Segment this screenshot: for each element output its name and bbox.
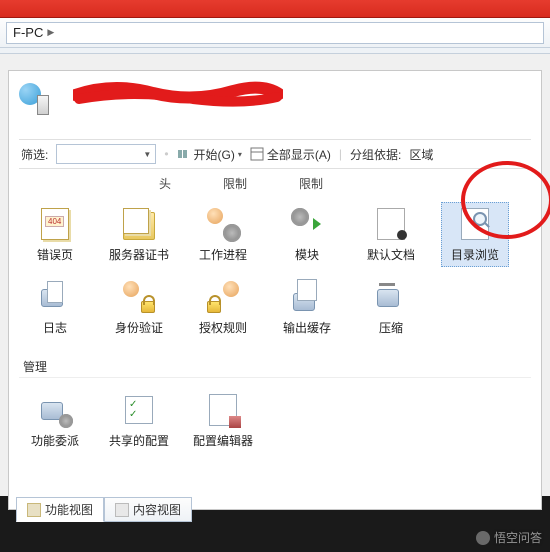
window-titlebar <box>0 0 550 18</box>
configuration-editor-icon <box>205 392 241 428</box>
watermark-icon <box>476 531 490 545</box>
icon-label: 目录浏览 <box>451 246 499 263</box>
breadcrumb-node: F-PC <box>13 25 43 40</box>
start-icon <box>177 147 191 161</box>
authentication-icon <box>121 279 157 315</box>
column-headers: 头 限制 限制 <box>19 175 531 192</box>
divider <box>0 48 550 54</box>
icon-grid-management: 功能委派 共享的配置 配置编辑器 <box>19 382 531 463</box>
view-tabs: 功能视图 内容视图 <box>16 497 192 522</box>
tab-content-view[interactable]: 内容视图 <box>104 497 192 522</box>
redacted-annotation <box>73 79 283 109</box>
authorization-rules-icon <box>205 279 241 315</box>
col-header: 限制 <box>223 175 247 192</box>
show-all-icon <box>250 147 264 161</box>
icon-label: 默认文档 <box>367 246 415 263</box>
certificate-icon <box>121 206 157 242</box>
chevron-right-icon: ▶ <box>47 27 54 38</box>
default-document-item[interactable]: 默认文档 <box>357 202 425 267</box>
watermark-text: 悟空问答 <box>494 529 542 546</box>
show-all-label: 全部显示(A) <box>267 146 331 163</box>
logging-icon <box>37 279 73 315</box>
output-caching-icon <box>289 279 325 315</box>
icon-label: 配置编辑器 <box>193 432 253 449</box>
filter-label: 筛选: <box>21 146 48 163</box>
worker-process-icon <box>205 206 241 242</box>
icon-grid-iis: 404 错误页 服务器证书 工作进程 模块 默认文档 目录浏览 日志 <box>19 196 531 350</box>
groupby-dropdown[interactable]: 区域 <box>409 146 433 163</box>
modules-icon <box>289 206 325 242</box>
content-panel: 筛选: ▼ • 开始(G) ▾ 全部显示(A) | 分组依据: 区域 头 限制 … <box>8 70 542 510</box>
icon-label: 模块 <box>295 246 319 263</box>
page-header <box>19 83 531 115</box>
error-pages-icon: 404 <box>37 206 73 242</box>
show-all-button[interactable]: 全部显示(A) <box>250 146 331 163</box>
groupby-value: 区域 <box>409 146 433 163</box>
feature-delegation-icon <box>37 392 73 428</box>
col-header: 头 <box>159 175 171 192</box>
icon-label: 工作进程 <box>199 246 247 263</box>
chevron-down-icon: ▾ <box>238 150 242 159</box>
configuration-editor-item[interactable]: 配置编辑器 <box>189 388 257 453</box>
tab-label: 内容视图 <box>133 501 181 518</box>
groupby-label: 分组依据: <box>350 146 401 163</box>
breadcrumb[interactable]: F-PC ▶ <box>6 22 544 44</box>
server-icon <box>19 83 51 115</box>
icon-label: 输出缓存 <box>283 319 331 336</box>
group-management-label: 管理 <box>19 350 531 378</box>
filter-dropdown[interactable]: ▼ <box>56 144 156 164</box>
features-view-icon <box>27 503 41 517</box>
start-label: 开始(G) <box>194 146 235 163</box>
toolbar: 筛选: ▼ • 开始(G) ▾ 全部显示(A) | 分组依据: 区域 <box>19 139 531 169</box>
directory-browsing-item[interactable]: 目录浏览 <box>441 202 509 267</box>
icon-label: 错误页 <box>37 246 73 263</box>
authorization-rules-item[interactable]: 授权规则 <box>189 275 257 340</box>
icon-label: 授权规则 <box>199 319 247 336</box>
breadcrumb-bar: F-PC ▶ <box>0 18 550 48</box>
authentication-item[interactable]: 身份验证 <box>105 275 173 340</box>
error-pages-item[interactable]: 404 错误页 <box>21 202 89 267</box>
compression-icon <box>373 279 409 315</box>
shared-configuration-item[interactable]: 共享的配置 <box>105 388 173 453</box>
content-view-icon <box>115 503 129 517</box>
worker-processes-item[interactable]: 工作进程 <box>189 202 257 267</box>
directory-browsing-icon <box>457 206 493 242</box>
compression-item[interactable]: 压缩 <box>357 275 425 340</box>
icon-label: 功能委派 <box>31 432 79 449</box>
start-button[interactable]: 开始(G) ▾ <box>177 146 242 163</box>
watermark: 悟空问答 <box>476 529 542 546</box>
tab-features-view[interactable]: 功能视图 <box>16 497 104 522</box>
icon-label: 日志 <box>43 319 67 336</box>
feature-delegation-item[interactable]: 功能委派 <box>21 388 89 453</box>
chevron-down-icon: ▼ <box>143 150 151 159</box>
col-header: 限制 <box>299 175 323 192</box>
icon-label: 压缩 <box>379 319 403 336</box>
icon-label: 服务器证书 <box>109 246 169 263</box>
shared-configuration-icon <box>121 392 157 428</box>
tab-label: 功能视图 <box>45 501 93 518</box>
icon-label: 身份验证 <box>115 319 163 336</box>
logging-item[interactable]: 日志 <box>21 275 89 340</box>
modules-item[interactable]: 模块 <box>273 202 341 267</box>
default-document-icon <box>373 206 409 242</box>
output-caching-item[interactable]: 输出缓存 <box>273 275 341 340</box>
icon-label: 共享的配置 <box>109 432 169 449</box>
server-certificates-item[interactable]: 服务器证书 <box>105 202 173 267</box>
